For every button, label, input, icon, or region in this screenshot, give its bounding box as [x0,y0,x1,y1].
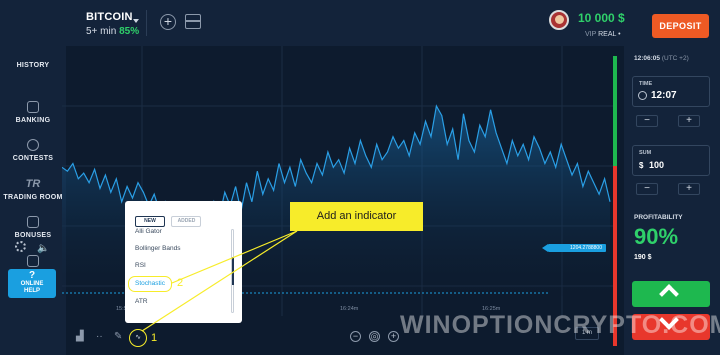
stochastic-highlight [128,276,172,292]
sum-decrease-button[interactable]: − [636,183,658,195]
clock-icon [638,91,647,100]
sum-caption: SUM [639,150,652,156]
sum-increase-button[interactable]: + [678,183,700,195]
arrow-up-icon [659,284,679,304]
sum-currency: $ [639,161,644,170]
watermark: WINOPTIONCRYPTO.COM [400,311,720,339]
profitability-caption: PROFITABILITY [634,214,683,221]
clock-time: 12:06:05 [634,55,661,62]
time-caption: TIME [639,81,653,87]
clock-timezone: (UTC +2) [661,55,689,62]
add-indicator-callout: Add an indicator [290,202,423,231]
step-number-2: 2 [177,277,184,289]
profitability-amount: 190 $ [634,254,652,261]
annotation-line [171,230,298,284]
time-field[interactable]: TIME 12:07 [632,76,710,107]
profitability-percent: 90% [634,224,679,249]
indicators-icon[interactable]: ∿ [129,329,147,347]
annotation-lines [141,222,298,332]
time-increase-button[interactable]: + [678,115,700,127]
call-up-button[interactable] [632,281,710,307]
time-decrease-button[interactable]: − [636,115,658,127]
server-clock: 12:06:05 (UTC +2) [634,55,689,62]
time-value: 12:07 [651,90,677,101]
step-number-1: 1 [151,332,158,344]
sum-value: 100 [649,160,665,170]
sum-field[interactable]: SUM $ 100 [632,145,710,176]
